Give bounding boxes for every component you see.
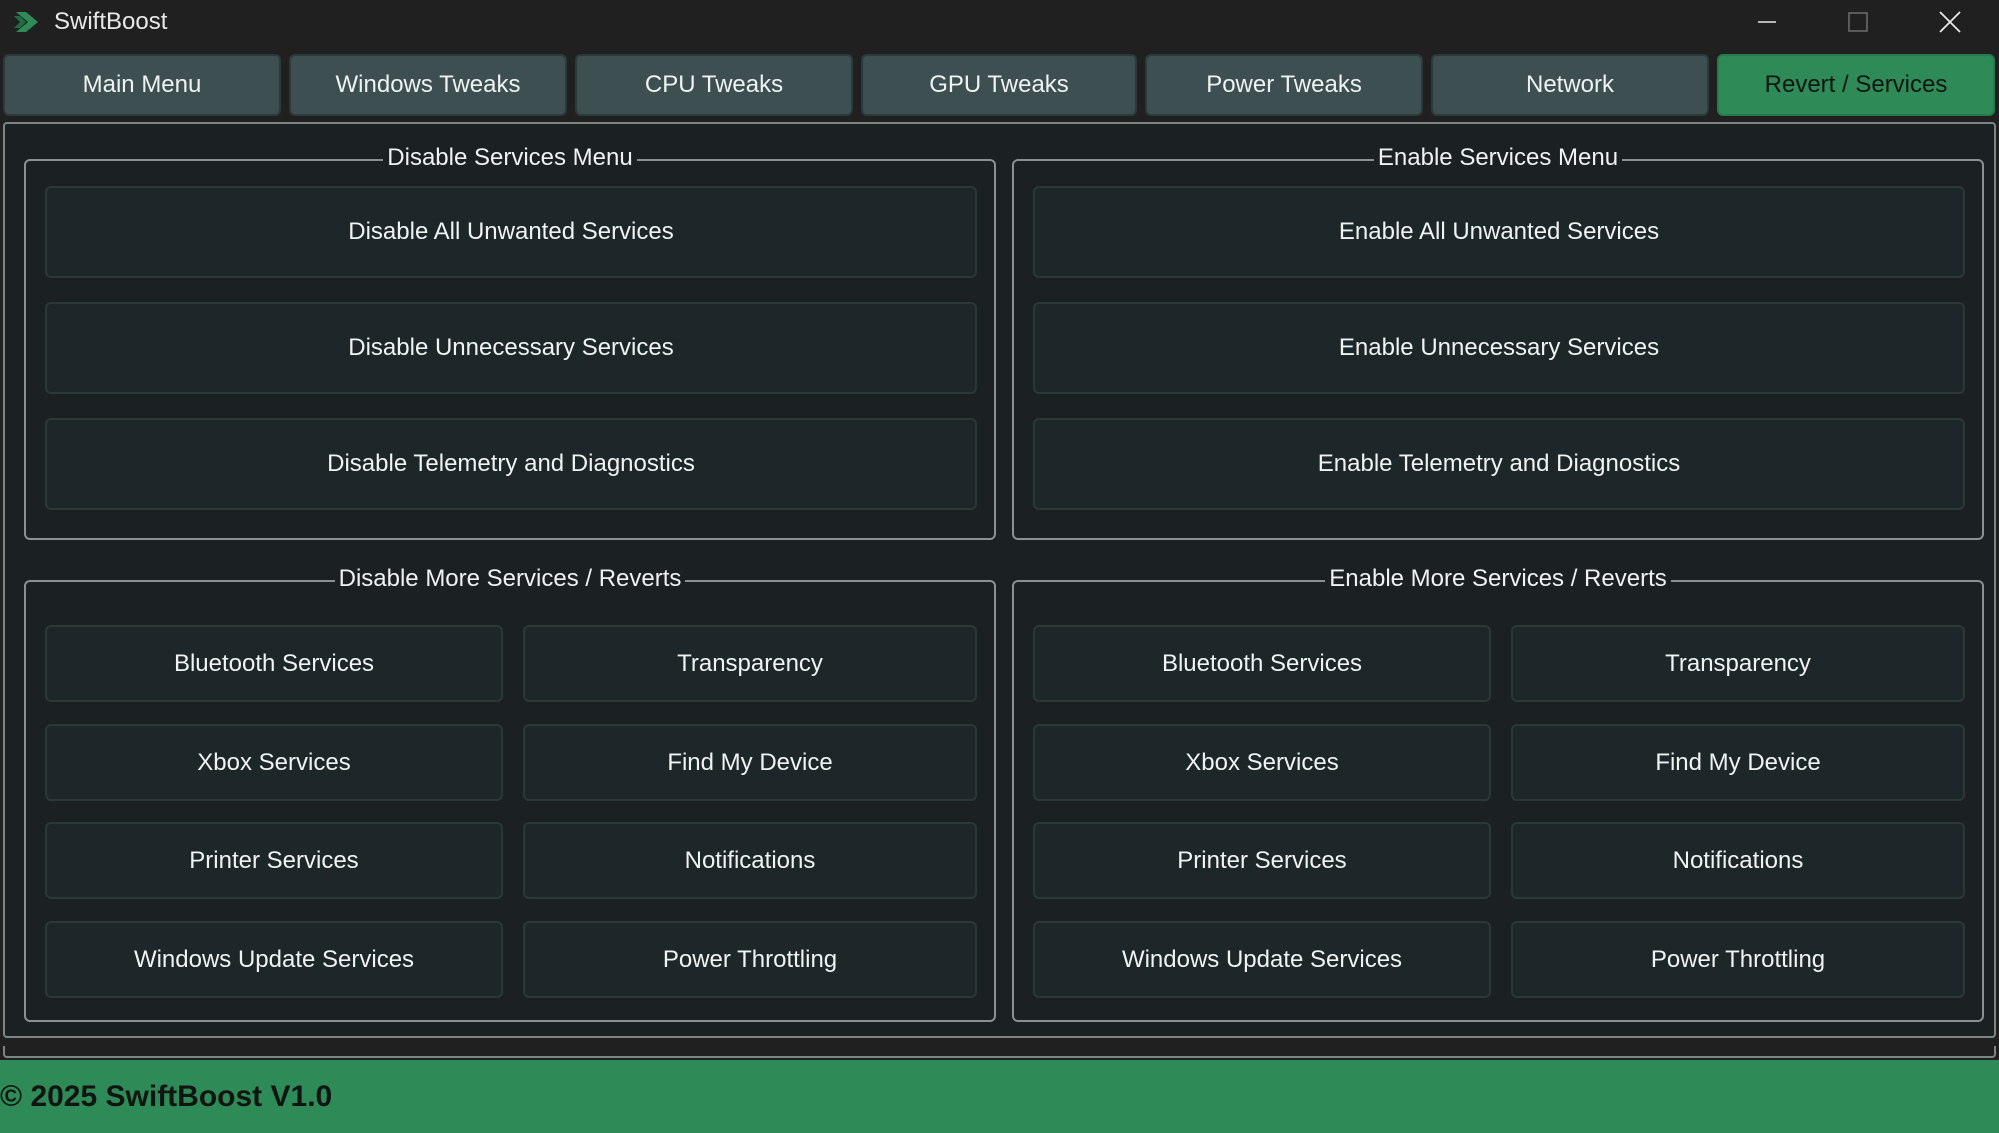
disable-telemetry-button[interactable]: Disable Telemetry and Diagnostics <box>45 418 977 510</box>
disable-printer-services-button[interactable]: Printer Services <box>45 822 503 899</box>
enable-transparency-button[interactable]: Transparency <box>1511 625 1965 702</box>
close-icon <box>1939 11 1961 33</box>
enable-services-group: Enable Services Menu Enable All Unwanted… <box>1012 144 1984 540</box>
tab-windows-tweaks[interactable]: Windows Tweaks <box>289 54 567 116</box>
enable-notifications-button[interactable]: Notifications <box>1511 822 1965 899</box>
disable-find-my-device-button[interactable]: Find My Device <box>523 724 977 801</box>
enable-power-throttling-button[interactable]: Power Throttling <box>1511 921 1965 998</box>
enable-services-title: Enable Services Menu <box>1373 144 1623 171</box>
enable-more-title: Enable More Services / Reverts <box>1325 565 1671 592</box>
disable-services-group: Disable Services Menu Disable All Unwant… <box>24 144 996 540</box>
close-button[interactable] <box>1905 0 1995 44</box>
enable-more-group: Enable More Services / Reverts Bluetooth… <box>1012 565 1984 1022</box>
disable-unnecessary-services-button[interactable]: Disable Unnecessary Services <box>45 302 977 394</box>
disable-bluetooth-services-button[interactable]: Bluetooth Services <box>45 625 503 702</box>
maximize-button[interactable] <box>1813 0 1903 44</box>
disable-transparency-button[interactable]: Transparency <box>523 625 977 702</box>
enable-telemetry-button[interactable]: Enable Telemetry and Diagnostics <box>1033 418 1965 510</box>
footer-bar: © 2025 SwiftBoost V1.0 <box>0 1060 1999 1133</box>
enable-unnecessary-services-button[interactable]: Enable Unnecessary Services <box>1033 302 1965 394</box>
frame-bottom-border <box>3 1046 1996 1058</box>
disable-more-group: Disable More Services / Reverts Bluetoot… <box>24 565 996 1022</box>
green-chevron-icon <box>14 12 38 32</box>
enable-find-my-device-button[interactable]: Find My Device <box>1511 724 1965 801</box>
enable-bluetooth-services-button[interactable]: Bluetooth Services <box>1033 625 1491 702</box>
minimize-button[interactable] <box>1722 0 1812 44</box>
disable-xbox-services-button[interactable]: Xbox Services <box>45 724 503 801</box>
disable-all-unwanted-services-button[interactable]: Disable All Unwanted Services <box>45 186 977 278</box>
disable-more-title: Disable More Services / Reverts <box>334 565 686 592</box>
window-title: SwiftBoost <box>54 8 168 35</box>
enable-all-unwanted-services-button[interactable]: Enable All Unwanted Services <box>1033 186 1965 278</box>
tab-power-tweaks[interactable]: Power Tweaks <box>1145 54 1423 116</box>
minimize-icon <box>1758 21 1776 23</box>
tab-bar: Main Menu Windows Tweaks CPU Tweaks GPU … <box>0 50 1999 118</box>
enable-xbox-services-button[interactable]: Xbox Services <box>1033 724 1491 801</box>
disable-notifications-button[interactable]: Notifications <box>523 822 977 899</box>
disable-power-throttling-button[interactable]: Power Throttling <box>523 921 977 998</box>
tab-cpu-tweaks[interactable]: CPU Tweaks <box>575 54 853 116</box>
maximize-icon <box>1848 12 1868 32</box>
disable-services-title: Disable Services Menu <box>383 144 637 171</box>
tab-main-menu[interactable]: Main Menu <box>3 54 281 116</box>
main-panel: Disable Services Menu Disable All Unwant… <box>3 122 1996 1038</box>
title-bar: SwiftBoost <box>0 0 1999 44</box>
tab-revert-services[interactable]: Revert / Services <box>1717 54 1995 116</box>
enable-windows-update-services-button[interactable]: Windows Update Services <box>1033 921 1491 998</box>
footer-copyright: © 2025 SwiftBoost V1.0 <box>0 1079 333 1113</box>
enable-printer-services-button[interactable]: Printer Services <box>1033 822 1491 899</box>
tab-gpu-tweaks[interactable]: GPU Tweaks <box>861 54 1137 116</box>
disable-windows-update-services-button[interactable]: Windows Update Services <box>45 921 503 998</box>
tab-network[interactable]: Network <box>1431 54 1709 116</box>
